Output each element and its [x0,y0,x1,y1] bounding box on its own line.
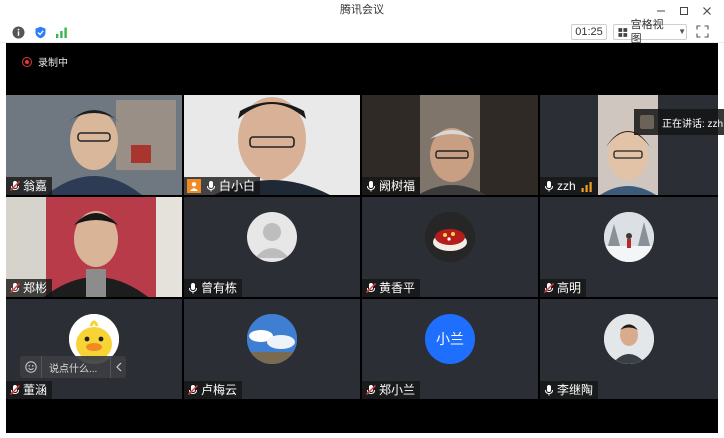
participant-name: 白小白 [219,179,256,193]
mic-muted-icon [365,282,377,294]
minimize-icon [657,10,665,11]
chat-placeholder[interactable]: 说点什么... [42,360,110,375]
mic-icon [189,283,197,294]
fullscreen-icon [696,25,709,38]
maximize-button[interactable] [673,1,695,20]
participant-tile-huangxiangping[interactable]: 黄香平 [362,197,538,297]
participant-name-tag: 郑小兰 [362,381,421,399]
recording-indicator[interactable]: 录制中 [22,54,68,69]
participant-name-tag: 曾有栋 [184,279,243,297]
participant-name-tag: 黄香平 [362,279,421,297]
participant-name-tag: 阙树福 [362,177,421,195]
info-icon [12,26,24,38]
cake-photo-icon [425,212,475,262]
meeting-timer: 01:25 [571,24,607,40]
participant-name: 郑小兰 [379,383,416,397]
participant-name-tag: zzh [540,177,598,195]
participant-name-tag: 董涵 [6,381,53,399]
participant-tile-zhengbin[interactable]: 郑彬 [6,197,182,297]
meeting-toolbar: 01:25 宫格视图 ▼ [0,19,724,45]
shield-icon [35,26,45,38]
participant-name: zzh [557,179,576,193]
mic-muted-icon [9,180,21,192]
mic-muted-icon [543,282,555,294]
participant-tile-wengjia[interactable]: 翁嘉 [6,95,182,195]
participant-tile-lijitao[interactable]: 李继陶 [540,299,718,399]
mic-muted-icon [9,282,21,294]
grid-view-icon [618,27,628,37]
mic-muted-icon [365,384,377,396]
participant-name-tag: 高明 [540,279,587,297]
participant-name-tag: 郑彬 [6,279,53,297]
participant-name: 曾有栋 [201,281,238,295]
participant-tile-baixiaobai[interactable]: 白小白 [184,95,360,195]
participant-name: 董涵 [23,383,48,397]
recording-label: 录制中 [38,58,68,69]
participant-name-tag: 卢梅云 [184,381,243,399]
view-mode-label: 宫格视图 [630,19,664,45]
maximize-icon [680,6,688,15]
mic-muted-icon [187,384,199,396]
security-button[interactable] [33,25,47,39]
mic-icon [545,181,553,192]
participant-name: 黄香平 [379,281,416,295]
active-speaker-label: 正在讲话: zzh [662,118,724,130]
smiley-icon [24,361,37,373]
meeting-stage: 录制中 翁嘉 白小白 阙树福 zzh 郑彬 曾有栋 黄香平 高明 董涵 卢梅云 … [6,43,724,433]
view-mode-dropdown[interactable]: 宫格视图 ▼ [613,19,687,45]
chevron-down-icon: ▼ [678,27,686,36]
collapse-chat-button[interactable] [110,356,126,378]
participant-name: 阙树福 [379,179,416,193]
text-avatar: 小兰 [425,314,475,364]
signal-icon [581,181,592,192]
participant-name: 翁嘉 [23,179,48,193]
participant-name-tag: 李继陶 [540,381,599,399]
mic-icon [207,181,215,192]
participant-name-tag: 白小白 [184,177,261,195]
participant-avatar [425,212,475,262]
participant-tile-donghan[interactable]: 董涵 [6,299,182,399]
participant-name: 郑彬 [23,281,48,295]
mic-icon [545,385,553,396]
sky-photo-icon [247,314,297,364]
mic-muted-icon [9,384,21,396]
participant-tile-lumeiyun[interactable]: 卢梅云 [184,299,360,399]
participant-tile-queshufu[interactable]: 阙树福 [362,95,538,195]
portrait-photo-icon [604,314,654,364]
emoji-button[interactable] [20,356,42,378]
close-button[interactable] [696,1,718,20]
participant-avatar [604,212,654,262]
snow-street-photo-icon [604,212,654,262]
participant-tile-zengyoudong[interactable]: 曾有栋 [184,197,360,297]
speaker-thumbnail-icon [640,115,654,129]
window-title: 腾讯会议 [340,4,384,16]
participant-tile-gaoming[interactable]: 高明 [540,197,718,297]
chevron-left-icon [115,362,121,372]
default-person-icon [255,223,289,258]
participant-name: 李继陶 [557,383,594,397]
chat-input-box[interactable]: 说点什么... [20,356,126,378]
meeting-info-button[interactable] [11,25,25,39]
participant-name-tag: 翁嘉 [6,177,53,195]
network-status-button[interactable] [54,25,68,39]
title-bar: 腾讯会议 [0,0,724,21]
participant-avatar [247,314,297,364]
participant-avatar [247,212,297,262]
close-icon [703,6,711,15]
recording-icon [22,56,32,67]
host-badge-icon [187,179,201,193]
participant-name: 高明 [557,281,582,295]
mic-icon [367,181,375,192]
participant-name: 卢梅云 [201,383,238,397]
fullscreen-button[interactable] [696,25,710,39]
participant-avatar [604,314,654,364]
participant-tile-zhengxiaolan[interactable]: 小兰 郑小兰 [362,299,538,399]
active-speaker-indicator: 正在讲话: zzh [634,109,724,135]
signal-icon [55,27,67,38]
